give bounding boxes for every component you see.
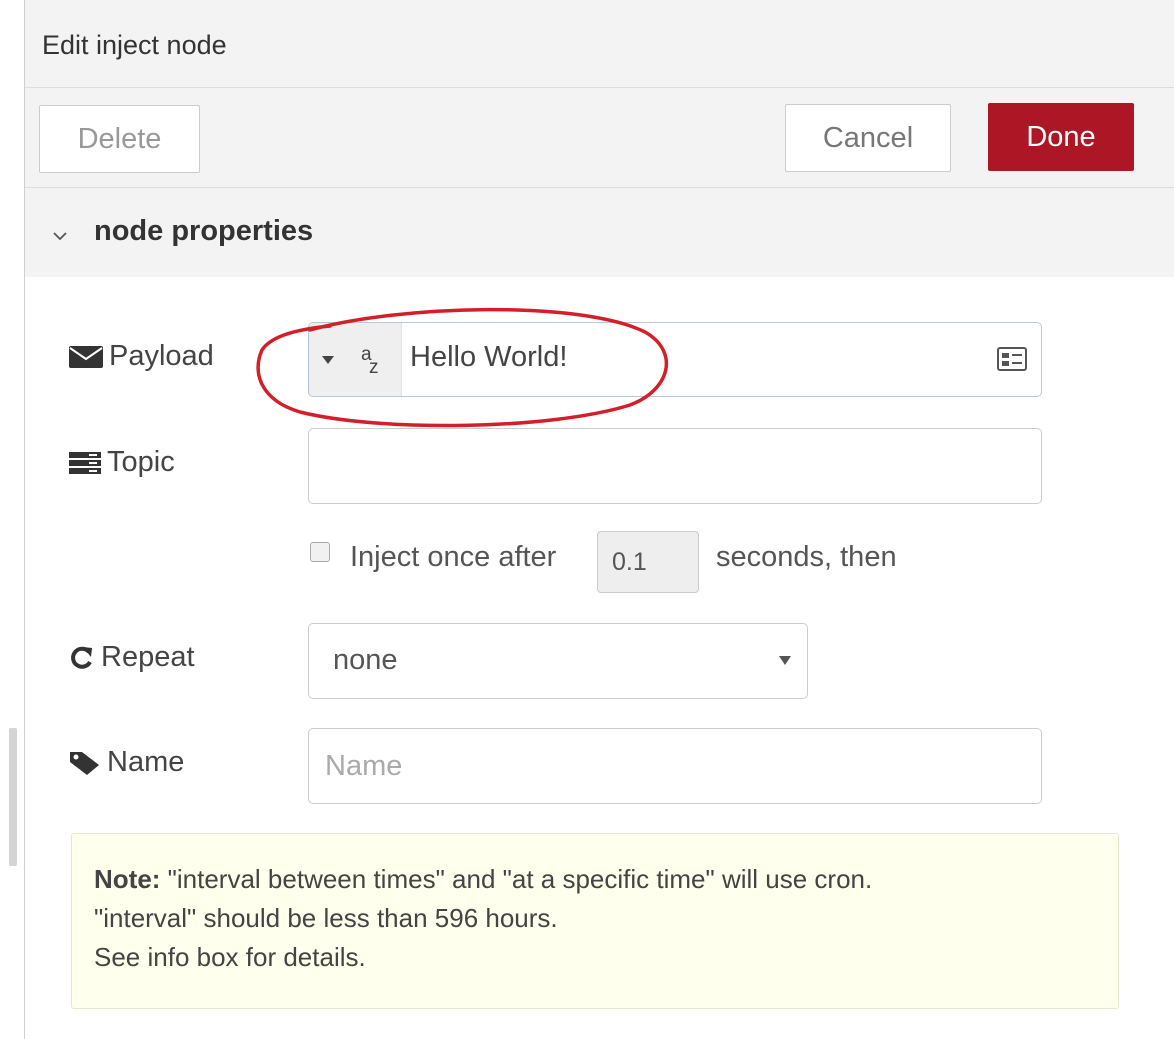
tray-resize-handle[interactable] [9,728,17,866]
topic-label: Topic [69,446,175,479]
tray-header: Edit inject node [25,0,1174,88]
envelope-icon [69,345,103,369]
expand-editor-icon[interactable] [997,347,1027,376]
section-title: node properties [94,215,314,247]
note-line-2: "interval" should be less than 596 hours… [94,903,558,933]
edit-tray: Edit inject node Delete Cancel Done node… [25,0,1174,1039]
name-input[interactable] [308,728,1042,804]
delete-button[interactable]: Delete [39,105,200,173]
chevron-down-icon [53,221,67,247]
caret-down-icon [321,350,335,370]
repeat-select[interactable]: none [308,623,808,699]
inject-once-seconds-text: seconds, then [716,541,897,573]
tray-toolbar: Delete Cancel Done [25,88,1174,188]
tag-icon [69,750,101,776]
note-text-1: "interval between times" and "at a speci… [160,864,873,894]
az-letter-z: z [369,357,379,378]
inject-once-text: Inject once after [350,541,557,573]
payload-typed-input[interactable]: a z Hello World! [308,322,1042,397]
node-properties-header[interactable]: node properties [25,188,1174,277]
note-line-3: See info box for details. [94,942,366,972]
topic-label-text: Topic [107,446,175,478]
name-label-text: Name [107,746,185,778]
az-string-icon: a z [361,345,379,377]
inject-once-checkbox[interactable] [310,542,330,562]
inject-once-delay-input[interactable]: 0.1 [597,531,699,593]
payload-type-selector[interactable]: a z [309,323,402,396]
tray-title: Edit inject node [42,30,227,60]
name-label: Name [69,746,184,779]
payload-value[interactable]: Hello World! [410,341,567,374]
payload-label: Payload [69,340,214,373]
done-button[interactable]: Done [988,103,1134,171]
tasks-icon [69,451,101,475]
left-gutter [0,0,26,1039]
repeat-selected-value: none [333,644,398,676]
note-label: Note: [94,864,161,894]
cancel-button[interactable]: Cancel [785,104,951,172]
cron-note: Note: "interval between times" and "at a… [71,833,1119,1009]
refresh-icon [69,645,95,671]
note-line-1: Note: "interval between times" and "at a… [94,860,1096,899]
repeat-label: Repeat [69,641,195,674]
topic-input[interactable] [308,428,1042,504]
repeat-label-text: Repeat [101,641,195,673]
select-arrow-icon [779,649,791,670]
payload-label-text: Payload [109,340,214,372]
